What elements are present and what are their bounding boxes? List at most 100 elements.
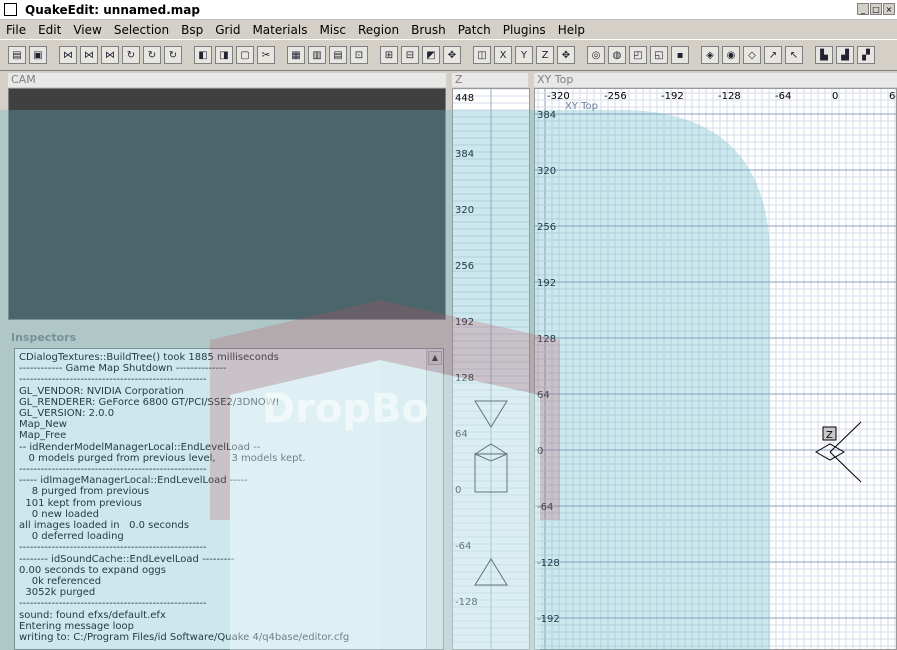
menu-materials[interactable]: Materials	[246, 23, 313, 37]
console-output[interactable]: CDialogTextures::BuildTree() took 1885 m…	[14, 348, 444, 650]
xy-view-header: XY Top	[534, 73, 897, 87]
xy-y-tick-label: 0	[537, 446, 543, 457]
cubic-clip-icon: ⊟	[405, 49, 415, 61]
console-line: ----------------------------------------…	[19, 374, 207, 386]
console-line: 8 purged from previous	[19, 486, 150, 498]
camera-viewport[interactable]	[8, 88, 446, 320]
z-viewport[interactable]: 448 384 320 256 192 128 64 0 -64 -128	[452, 88, 530, 650]
rotate-z-icon: ↻	[168, 49, 178, 61]
xy-x-tick-label: -192	[661, 91, 684, 102]
csg-subtract-button[interactable]: ◧	[194, 46, 212, 64]
console-scrollbar[interactable]: ▲	[426, 349, 443, 649]
flip-x-button[interactable]: ⋈	[59, 46, 77, 64]
rotate-y-icon: ↻	[147, 49, 157, 61]
menu-file[interactable]: File	[0, 23, 32, 37]
patch-button[interactable]: ◍	[608, 46, 626, 64]
rotate-x-button[interactable]: ↻	[122, 46, 140, 64]
menu-selection[interactable]: Selection	[108, 23, 175, 37]
x-axis-button[interactable]: X	[494, 46, 512, 64]
xy-view-overlay-label: XY Top	[565, 101, 598, 112]
rotate-z-button[interactable]: ↻	[164, 46, 182, 64]
light-icon: ▟	[841, 49, 849, 61]
rotate-mode-button[interactable]: ✥	[443, 46, 461, 64]
drag-button[interactable]: ✥	[557, 46, 575, 64]
z-tick-label: 128	[455, 373, 474, 384]
pointer-button[interactable]: ↖	[785, 46, 803, 64]
console-line: GL_VERSION: 2.0.0	[19, 408, 115, 420]
clipper-button[interactable]: ✂	[257, 46, 275, 64]
maximize-button[interactable]: □	[870, 3, 882, 15]
z-axis-button[interactable]: Z	[536, 46, 554, 64]
cubic-clip-button[interactable]: ⊟	[401, 46, 419, 64]
csg-hollow-icon: ▢	[240, 49, 250, 61]
console-line: 101 kept from previous	[19, 497, 142, 509]
xy-y-tick-label: 320	[537, 166, 556, 177]
menu-brush[interactable]: Brush	[405, 23, 452, 37]
menu-bar: File Edit View Selection Bsp Grid Materials Mis…	[0, 20, 897, 39]
menu-view[interactable]: View	[67, 23, 107, 37]
app-icon	[4, 3, 17, 16]
open-button[interactable]: ▤	[8, 46, 26, 64]
xy-y-tick-label: -192	[537, 614, 560, 625]
menu-edit[interactable]: Edit	[32, 23, 67, 37]
edge-button[interactable]: ◇	[743, 46, 761, 64]
select-button[interactable]: ◈	[701, 46, 719, 64]
csg-hollow-button[interactable]: ▢	[236, 46, 254, 64]
sphere-button[interactable]: ◎	[587, 46, 605, 64]
close-button[interactable]: ×	[883, 3, 895, 15]
csg-merge-icon: ◨	[219, 49, 229, 61]
console-line: Map_Free	[19, 430, 67, 442]
console-line: GL_VENDOR: NVIDIA Corporation	[19, 385, 184, 397]
weld-button[interactable]: ▪	[671, 46, 689, 64]
scroll-up-icon[interactable]: ▲	[428, 351, 442, 365]
xy-viewport[interactable]: -320-256-192-128-64064384320256192128640…	[534, 88, 897, 650]
model-icon: ▞	[862, 49, 870, 61]
xy-x-tick-label: 0	[832, 91, 838, 102]
xy-x-tick-label: -64	[775, 91, 791, 102]
xy-view-button[interactable]: ⊞	[380, 46, 398, 64]
show-entities-button[interactable]: ◩	[422, 46, 440, 64]
model-button[interactable]: ▞	[857, 46, 875, 64]
console-line: 0 new loaded	[19, 508, 99, 520]
vertex-button[interactable]: ◉	[722, 46, 740, 64]
curve-button[interactable]: ◱	[650, 46, 668, 64]
rotate-x-icon: ↻	[126, 49, 136, 61]
change-views-button[interactable]: ▥	[308, 46, 326, 64]
flip-z-button[interactable]: ⋈	[101, 46, 119, 64]
frame-button[interactable]: ◫	[473, 46, 491, 64]
save-button[interactable]: ▣	[29, 46, 47, 64]
xy-view-icon: ⊞	[384, 49, 394, 61]
xy-y-tick-label: 192	[537, 278, 556, 289]
menu-bsp[interactable]: Bsp	[175, 23, 209, 37]
bend-button[interactable]: ◰	[629, 46, 647, 64]
menu-plugins[interactable]: Plugins	[497, 23, 552, 37]
console-line: 3052k purged	[19, 587, 96, 599]
z-tick-label: 0	[455, 485, 461, 496]
rotate-y-button[interactable]: ↻	[143, 46, 161, 64]
menu-region[interactable]: Region	[352, 23, 405, 37]
menu-misc[interactable]: Misc	[313, 23, 352, 37]
console-line: ----------------------------------------…	[19, 542, 207, 554]
camera-button[interactable]: ⊡	[350, 46, 368, 64]
patch-icon: ◍	[612, 49, 622, 61]
grid-button[interactable]: ▦	[287, 46, 305, 64]
camera-icon: ⊡	[354, 49, 364, 61]
entity-button[interactable]: ▙	[815, 46, 833, 64]
z-tick-label: 256	[455, 261, 474, 272]
xy-y-tick-label: 64	[537, 390, 550, 401]
menu-patch[interactable]: Patch	[452, 23, 497, 37]
texture-lock-button[interactable]: ▤	[329, 46, 347, 64]
menu-help[interactable]: Help	[552, 23, 591, 37]
z-tick-label: -128	[455, 597, 478, 608]
grid-icon: ▦	[291, 49, 301, 61]
y-axis-button[interactable]: Y	[515, 46, 533, 64]
csg-merge-button[interactable]: ◨	[215, 46, 233, 64]
minimize-button[interactable]: _	[857, 3, 869, 15]
xy-x-tick-label: 64	[889, 91, 896, 102]
scale-button[interactable]: ↗	[764, 46, 782, 64]
flip-x-icon: ⋈	[63, 49, 73, 61]
menu-grid[interactable]: Grid	[209, 23, 246, 37]
curve-icon: ◱	[654, 49, 664, 61]
flip-y-button[interactable]: ⋈	[80, 46, 98, 64]
light-button[interactable]: ▟	[836, 46, 854, 64]
